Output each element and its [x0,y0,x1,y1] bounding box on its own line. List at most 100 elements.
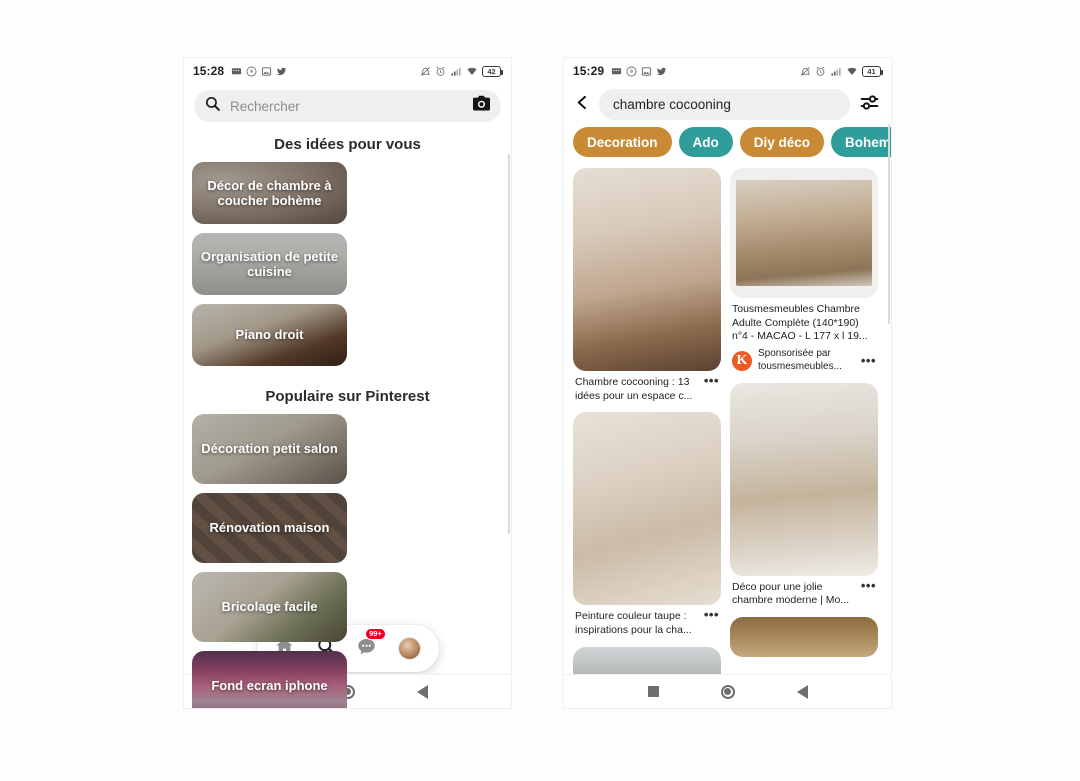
status-bar-left-group: 15:28 [193,64,287,78]
search-query-text: chambre cocooning [613,97,731,112]
pin-title: Déco pour une jolie chambre moderne | Mo… [732,580,850,607]
pin-title: Chambre cocooning : 13 idées pour un esp… [575,376,693,402]
search-header-row: chambre cocooning [564,84,891,127]
mute-icon [420,66,431,77]
pin-column-left: Chambre cocooning : 13 idées pour un esp… [573,168,721,687]
pinterest-icon [626,66,637,77]
alarm-icon [815,66,826,77]
more-options-icon[interactable]: ••• [704,374,719,388]
pin-image [573,168,721,371]
filter-chip-label: Boheme [845,134,891,150]
more-options-icon[interactable]: ••• [861,353,876,367]
twitter-icon [656,66,667,77]
pinterest-icon [246,66,257,77]
tune-sliders-icon[interactable] [859,92,880,118]
sponsor-row: K Sponsorisée par tousmesmeubles... ••• [730,344,878,374]
android-nav-bar-right [564,674,891,708]
messaging-icon [611,66,622,77]
pin-card[interactable]: Chambre cocooning : 13 idées pour un esp… [573,168,721,403]
sponsor-logo-icon: K [732,350,752,371]
battery-icon: 41 [862,65,883,77]
gallery-icon [261,66,272,77]
filter-chip-label: Ado [692,134,719,150]
filter-chip-label: Decoration [587,134,658,150]
mute-icon [800,66,811,77]
phone-left: 15:28 42 Rechercher Des idées pour vous … [184,58,511,708]
more-options-icon[interactable]: ••• [704,608,719,622]
pin-image [730,616,878,657]
idea-card[interactable]: Organisation de petite cuisine [192,233,347,295]
battery-icon: 42 [482,65,503,77]
scrollbar[interactable] [507,84,510,674]
status-time: 15:29 [573,64,605,78]
pin-card[interactable]: Déco pour une jolie chambre moderne | Mo… [730,382,878,608]
search-icon [204,95,221,117]
messages-badge: 99+ [364,627,387,641]
pin-title: Tousmesmeubles Chambre Adulte Complète (… [732,303,868,343]
idea-card-label: Décor de chambre à coucher bohème [207,177,332,208]
search-row: Rechercher [184,84,511,130]
filter-chips: Decoration Ado Diy déco Boheme [564,127,891,159]
pin-image [736,180,872,286]
scrollbar[interactable] [887,84,890,674]
signal-icon [830,66,842,77]
alarm-icon [435,66,446,77]
ideas-grid: Décor de chambre à coucher bohème Organi… [184,162,511,366]
pin-grid: Chambre cocooning : 13 idées pour un esp… [564,159,891,696]
screenshot-stage: 15:28 42 Rechercher Des idées pour vous … [0,0,1080,781]
avatar [398,637,422,660]
idea-card[interactable]: Décoration petit salon [192,414,347,484]
more-options-icon[interactable]: ••• [861,578,876,592]
pin-caption: Chambre cocooning : 13 idées pour un esp… [573,371,721,403]
square-recents-icon[interactable] [647,686,659,697]
filter-chip[interactable]: Ado [678,127,733,157]
filter-chip[interactable]: Decoration [573,127,672,157]
status-bar-left: 15:28 42 [184,58,511,84]
signal-icon [450,66,462,77]
pin-caption: Déco pour une jolie chambre moderne | Mo… [730,576,878,608]
search-input[interactable]: Rechercher [194,90,501,122]
tab-messages[interactable]: 99+ [356,627,387,662]
idea-card[interactable]: Bricolage facile [192,572,347,642]
status-bar-left-group: 15:29 [573,64,667,78]
gallery-icon [641,66,652,77]
status-bar-right-group: 41 [800,65,883,77]
idea-card[interactable]: Rénovation maison [192,493,347,563]
wifi-icon [466,66,478,77]
messaging-icon [231,66,242,77]
pin-card-sponsored[interactable]: Tousmesmeubles Chambre Adulte Complète (… [730,168,878,374]
idea-card-label: Organisation de petite cuisine [200,248,339,279]
idea-card[interactable]: Fond ecran iphone [192,651,347,708]
pin-caption: Peinture couleur taupe : inspirations po… [573,605,721,637]
pin-card[interactable]: Peinture couleur taupe : inspirations po… [573,412,721,637]
idea-card-label: Décoration petit salon [201,441,338,457]
section-title-ideas: Des idées pour vous [274,136,421,153]
filter-chip[interactable]: Diy déco [739,127,825,157]
back-chevron-icon[interactable] [575,94,590,116]
pin-card-partial[interactable] [730,616,878,657]
filter-chip[interactable]: Boheme [831,127,891,157]
status-bar-right-group: 42 [420,65,503,77]
phone-right: 15:29 41 chambre cocooning Decoration Ad… [564,58,891,708]
idea-card[interactable]: Piano droit [192,304,347,366]
filter-chip-label: Diy déco [753,134,811,150]
camera-icon[interactable] [472,95,491,117]
twitter-icon [276,66,287,77]
status-time: 15:28 [193,64,225,78]
pin-title: Peinture couleur taupe : inspirations po… [575,610,692,636]
sponsor-label: Sponsorisée par tousmesmeubles... [758,347,842,372]
tab-profile[interactable] [398,637,422,660]
status-bar-right: 15:29 41 [564,58,891,84]
triangle-back-icon[interactable] [416,684,428,699]
pin-caption: Tousmesmeubles Chambre Adulte Complète (… [730,298,878,344]
search-placeholder: Rechercher [230,98,300,114]
idea-card[interactable]: Décor de chambre à coucher bohème [192,162,347,224]
circle-home-icon[interactable] [720,684,735,699]
section-title-popular: Populaire sur Pinterest [265,388,430,405]
idea-card-label: Bricolage facile [221,599,318,615]
triangle-back-icon[interactable] [796,684,808,699]
search-query-input[interactable]: chambre cocooning [599,89,850,120]
wifi-icon [846,66,858,77]
idea-card-label: Rénovation maison [209,520,330,536]
pin-column-right: Tousmesmeubles Chambre Adulte Complète (… [730,168,878,687]
